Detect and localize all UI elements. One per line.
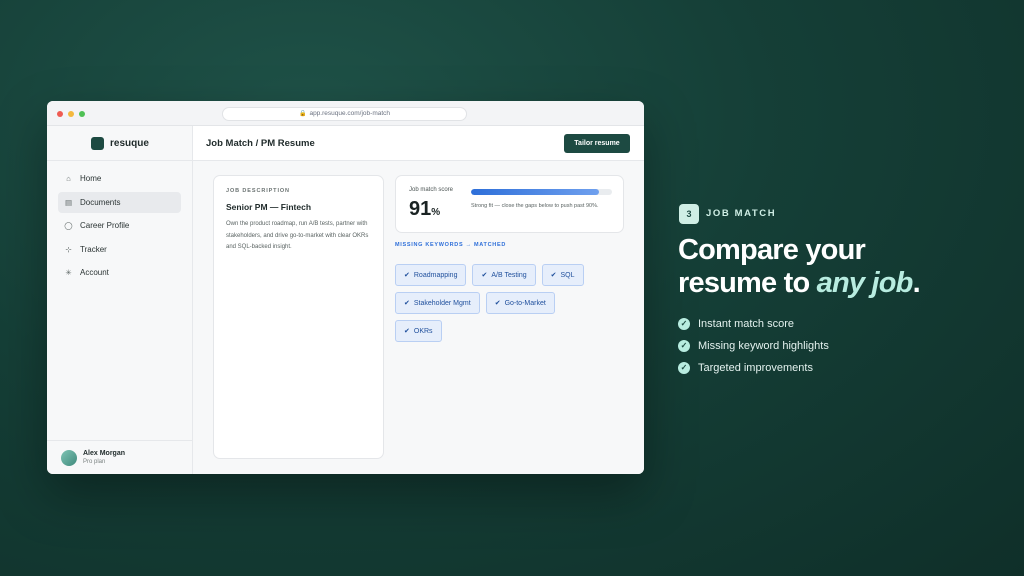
check-circle-icon: ✓ <box>678 362 690 374</box>
feature-item: ✓ Missing keyword highlights <box>678 335 829 357</box>
feature-label: Missing keyword highlights <box>698 340 829 352</box>
lock-icon: 🔒 <box>298 111 307 117</box>
job-description-card: JOB DESCRIPTION Senior PM — Fintech Own … <box>213 175 384 459</box>
keyword-label: Roadmapping <box>413 271 458 279</box>
step-label: JOB MATCH <box>706 208 777 219</box>
keywords-label: MISSING KEYWORDS → MATCHED <box>395 242 506 248</box>
keyword-row: ✔ Roadmapping ✔ A/B Testing ✔ SQL <box>395 264 635 286</box>
avatar <box>61 449 77 466</box>
user-plan: Pro plan <box>83 459 106 465</box>
match-score-card: Job match score 91% Strong fit — close t… <box>395 175 624 233</box>
sidebar-item-documents[interactable]: ▤ Documents <box>58 191 181 213</box>
sidebar-item-label: Tracker <box>80 244 107 254</box>
job-description-label: JOB DESCRIPTION <box>226 188 290 194</box>
keyword-label: A/B Testing <box>491 271 527 279</box>
sidebar-item-label: Documents <box>80 197 121 207</box>
keyword-row: ✔ Stakeholder Mgmt ✔ Go-to-Market <box>395 292 635 314</box>
check-icon: ✔ <box>494 300 501 307</box>
tracker-icon: ⊹ <box>65 244 72 254</box>
address-bar[interactable]: 🔒 app.resuque.com/job-match <box>222 107 467 121</box>
app-logo[interactable]: resuque <box>47 126 192 161</box>
feature-list: ✓ Instant match score ✓ Missing keyword … <box>678 313 829 379</box>
user-profile[interactable]: Alex Morgan Pro plan <box>47 440 192 474</box>
tailor-resume-button[interactable]: Tailor resume <box>564 134 630 153</box>
keyword-label: Stakeholder Mgmt <box>413 299 471 307</box>
step-number-badge: 3 <box>679 204 699 224</box>
sidebar-nav: ⌂ Home ▤ Documents ◯ Career Profile ⊹ Tr… <box>47 161 192 283</box>
keyword-label: OKRs <box>413 327 433 335</box>
check-circle-icon: ✓ <box>678 340 690 352</box>
match-score-unit: % <box>431 207 441 218</box>
keyword-chip-stakeholder-mgmt[interactable]: ✔ Stakeholder Mgmt <box>395 292 480 314</box>
match-score-note: Strong fit — close the gaps below to pus… <box>471 203 599 209</box>
check-icon: ✔ <box>550 272 557 279</box>
sidebar-item-home[interactable]: ⌂ Home <box>58 168 181 189</box>
app-name: resuque <box>110 137 149 149</box>
headline-line-2-start: resume to <box>678 267 817 299</box>
url-text: app.resuque.com/job-match <box>309 110 391 117</box>
keyword-chip-okrs[interactable]: ✔ OKRs <box>395 320 442 342</box>
browser-window: 🔒 app.resuque.com/job-match resuque ⌂ Hom… <box>47 101 644 474</box>
sidebar-item-tracker[interactable]: ⊹ Tracker <box>58 239 181 260</box>
check-circle-icon: ✓ <box>678 318 690 330</box>
main-content: Job Match / PM Resume Tailor resume JOB … <box>193 126 644 474</box>
sidebar: resuque ⌂ Home ▤ Documents ◯ Career Prof… <box>47 126 193 474</box>
sidebar-item-label: Account <box>80 268 109 277</box>
keyword-chip-sql[interactable]: ✔ SQL <box>541 264 584 286</box>
check-icon: ✔ <box>404 272 410 279</box>
match-score-value: 91% <box>409 198 440 221</box>
keyword-chip-go-to-market[interactable]: ✔ Go-to-Market <box>485 292 555 314</box>
feature-item: ✓ Targeted improvements <box>678 357 829 379</box>
check-icon: ✔ <box>404 300 410 307</box>
keyword-chip-roadmapping[interactable]: ✔ Roadmapping <box>395 264 467 286</box>
document-icon: ▤ <box>64 197 73 207</box>
headline-line-1: Compare your <box>678 234 866 266</box>
headline-line-2: resume to any job. <box>678 267 998 300</box>
maximize-window-dot[interactable] <box>79 111 85 117</box>
user-info: Alex Morgan Pro plan <box>83 450 125 465</box>
sidebar-item-label: Career Profile <box>80 221 130 230</box>
match-score-label: Job match score <box>409 187 454 193</box>
feature-label: Instant match score <box>698 318 794 330</box>
logo-mark-icon <box>91 136 104 150</box>
feature-label: Targeted improvements <box>698 362 813 374</box>
sidebar-item-label: Home <box>80 174 102 183</box>
match-progress-bar <box>471 189 612 195</box>
headline-end: . <box>912 267 921 299</box>
minimize-window-dot[interactable] <box>68 111 74 117</box>
user-icon: ◯ <box>64 221 73 230</box>
job-title: Senior PM — Fintech <box>226 202 312 212</box>
gear-icon: ✳ <box>65 268 72 277</box>
job-description-text: Own the product roadmap, run A/B tests, … <box>226 221 369 250</box>
feature-item: ✓ Instant match score <box>678 313 829 335</box>
promo-headline: Compare your resume to any job. <box>678 234 998 300</box>
keyword-label: Go-to-Market <box>504 299 546 307</box>
sidebar-item-account[interactable]: ✳ Account <box>58 262 181 283</box>
keyword-row: ✔ OKRs <box>395 320 635 342</box>
page-header: Job Match / PM Resume Tailor resume <box>193 126 644 161</box>
keyword-label: SQL <box>560 271 575 279</box>
keyword-chips: ✔ Roadmapping ✔ A/B Testing ✔ SQL ✔ Stakehol… <box>395 264 635 348</box>
sidebar-item-career-profile[interactable]: ◯ Career Profile <box>58 215 181 236</box>
app-shell: resuque ⌂ Home ▤ Documents ◯ Career Prof… <box>47 126 644 474</box>
page-title: Job Match / PM Resume <box>206 137 315 149</box>
keyword-chip-ab-testing[interactable]: ✔ A/B Testing <box>472 264 536 286</box>
headline-emphasis: any job <box>816 267 914 299</box>
check-icon: ✔ <box>481 272 488 279</box>
check-icon: ✔ <box>404 328 410 335</box>
match-score-number: 91 <box>409 198 432 220</box>
close-window-dot[interactable] <box>57 111 63 117</box>
match-progress-fill <box>471 189 600 195</box>
browser-chrome: 🔒 app.resuque.com/job-match <box>47 101 644 126</box>
user-name: Alex Morgan <box>83 450 126 457</box>
home-icon: ⌂ <box>66 174 71 183</box>
